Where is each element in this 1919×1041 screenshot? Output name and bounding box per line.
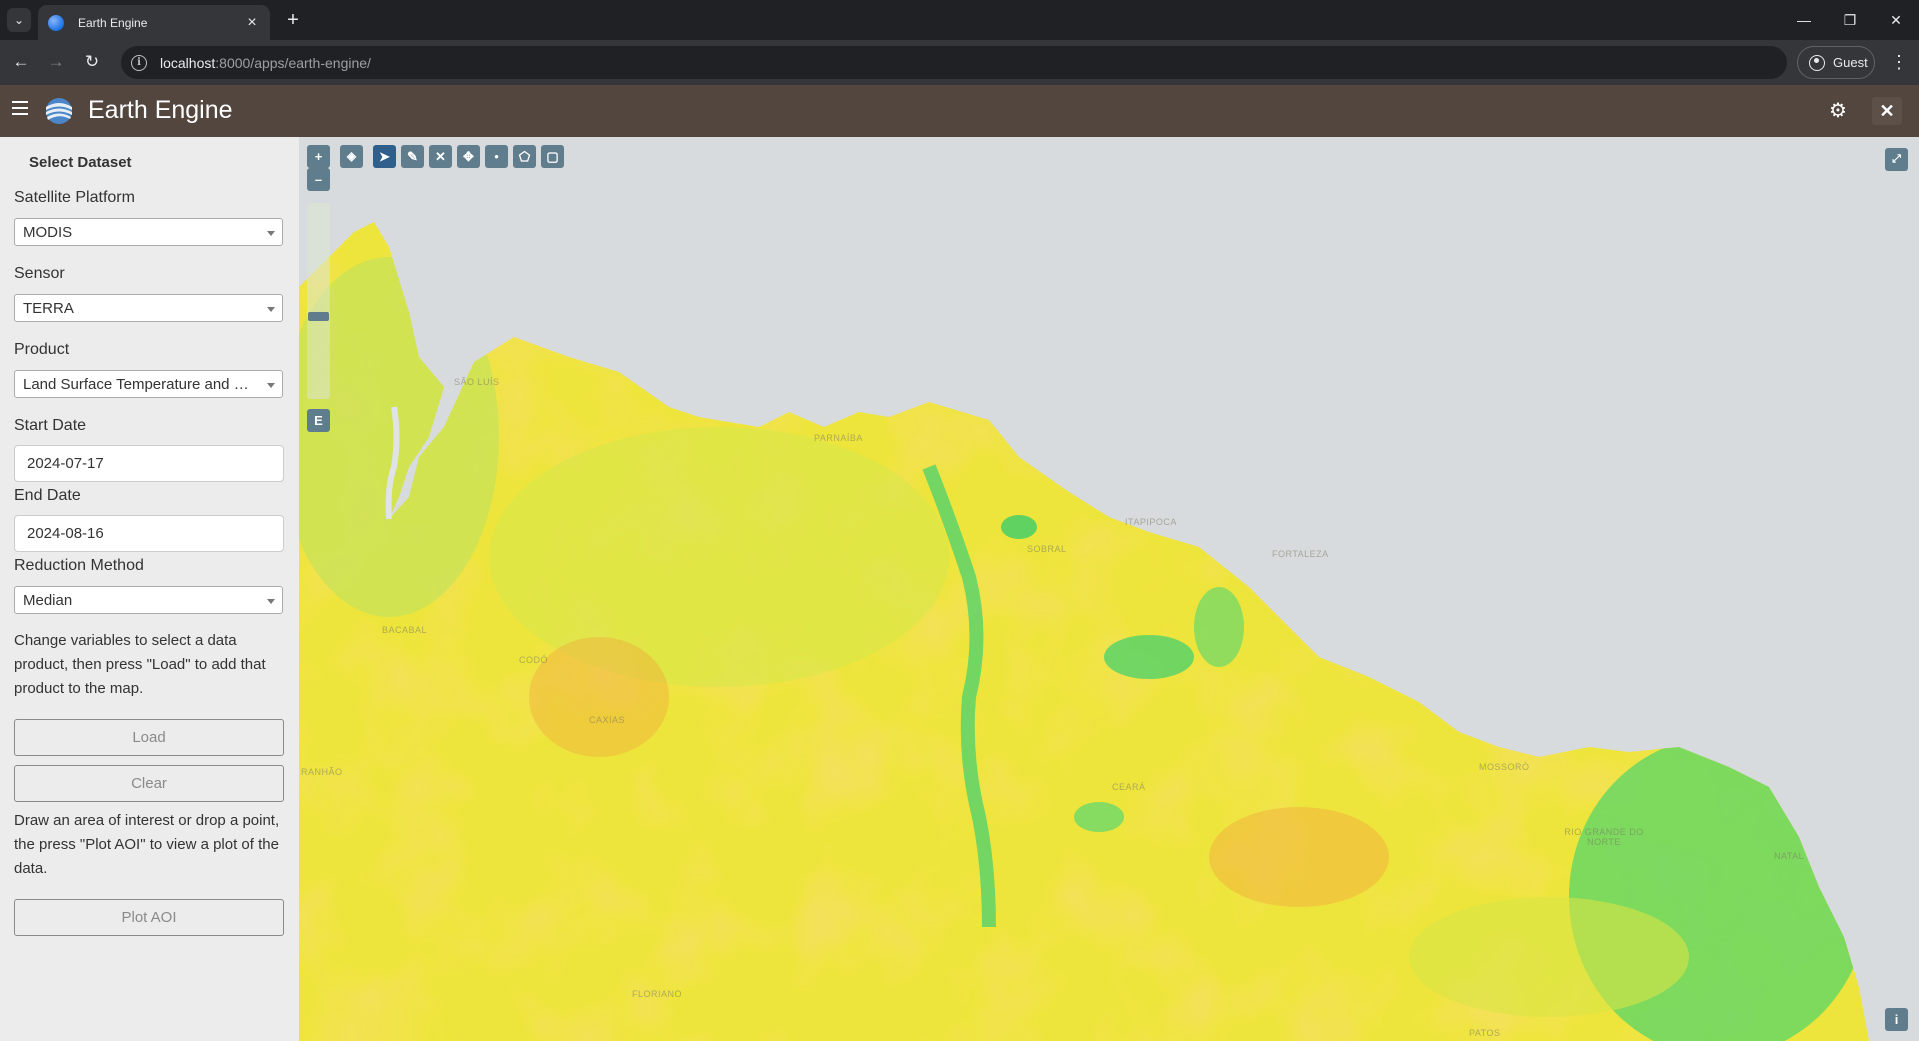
- address-bar[interactable]: i localhost:8000/apps/earth-engine/: [121, 46, 1787, 79]
- move-icon[interactable]: ✥: [457, 145, 480, 168]
- place-label: MOSSORÓ: [1479, 762, 1530, 772]
- place-label: PARNAÍBA: [814, 433, 863, 443]
- fullscreen-icon[interactable]: ⤢: [1885, 148, 1908, 171]
- draw-box-icon[interactable]: ▢: [541, 145, 564, 168]
- chevron-down-icon: [267, 383, 275, 388]
- start-date-label: Start Date: [14, 417, 87, 434]
- place-label: RIO GRANDE DO NORTE: [1564, 827, 1644, 847]
- land-surface-temperature-layer: [299, 137, 1919, 1041]
- settings-gear-icon[interactable]: ⚙: [1823, 97, 1853, 125]
- end-date-input[interactable]: 2024-08-16: [14, 515, 284, 552]
- profile-button[interactable]: Guest: [1797, 46, 1875, 79]
- place-label: SÃO LUÍS: [454, 377, 500, 387]
- place-label: ITAPIPOCA: [1125, 517, 1177, 527]
- globe-icon: [48, 14, 64, 31]
- sensor-value: TERRA: [23, 300, 74, 317]
- browser-toolbar: ← → ↻ i localhost:8000/apps/earth-engine…: [0, 40, 1919, 85]
- place-label: SOBRAL: [1027, 544, 1067, 554]
- earth-engine-logo-icon: [46, 98, 72, 124]
- place-label: PATOS: [1469, 1028, 1501, 1038]
- close-tab-icon[interactable]: ×: [244, 14, 260, 31]
- select-dataset-heading: Select Dataset: [29, 154, 132, 171]
- close-app-button[interactable]: ✕: [1872, 97, 1902, 125]
- profile-label: Guest: [1833, 55, 1868, 70]
- platform-select[interactable]: MODIS: [14, 218, 283, 246]
- reduction-method-label: Reduction Method: [14, 557, 144, 574]
- place-label: BACABAL: [382, 625, 428, 635]
- platform-label: Satellite Platform: [14, 189, 135, 206]
- draw-polygon-icon[interactable]: ⬠: [513, 145, 536, 168]
- chevron-down-icon: [267, 307, 275, 312]
- load-help-text: Change variables to select a data produc…: [14, 632, 266, 697]
- new-tab-button[interactable]: +: [281, 8, 305, 32]
- zoom-out-button[interactable]: –: [307, 168, 330, 191]
- reduction-method-value: Median: [23, 592, 73, 609]
- select-pointer-icon[interactable]: ➤: [373, 145, 396, 168]
- hamburger-menu-icon[interactable]: [12, 101, 28, 121]
- info-button[interactable]: i: [1885, 1008, 1908, 1031]
- product-select[interactable]: Land Surface Temperature and Emissivity: [14, 370, 283, 398]
- drop-point-icon[interactable]: ●: [485, 145, 508, 168]
- tab-title: Earth Engine: [78, 15, 148, 30]
- end-date-label: End Date: [14, 487, 81, 504]
- tab-search-button[interactable]: ⌄: [7, 8, 31, 32]
- restore-button[interactable]: ❐: [1830, 6, 1870, 34]
- product-label: Product: [14, 341, 70, 358]
- chevron-down-icon: [267, 231, 275, 236]
- sensor-select[interactable]: TERRA: [14, 294, 283, 322]
- forward-button[interactable]: →: [43, 49, 69, 75]
- place-label: NATAL: [1774, 851, 1805, 861]
- plot-aoi-button[interactable]: Plot AOI: [14, 899, 284, 936]
- zoom-extent-button[interactable]: E: [307, 409, 330, 432]
- place-label: FORTALEZA: [1272, 549, 1329, 559]
- reduction-method-select[interactable]: Median: [14, 586, 283, 614]
- place-label: CAXIAS: [589, 715, 626, 725]
- clear-button[interactable]: Clear: [14, 765, 284, 802]
- browser-tab[interactable]: Earth Engine ×: [38, 5, 270, 40]
- site-info-icon[interactable]: i: [131, 54, 147, 71]
- url-host: localhost: [160, 54, 216, 71]
- person-icon: [1809, 54, 1825, 71]
- app-header: Earth Engine ⚙ ✕: [0, 85, 1919, 137]
- app-title: Earth Engine: [88, 96, 233, 124]
- dataset-sidebar: Select Dataset Satellite Platform MODIS …: [0, 137, 299, 1041]
- browser-tabstrip: ⌄ Earth Engine × + — ❐ ✕: [0, 0, 1919, 40]
- place-label: CODÓ: [519, 655, 548, 665]
- layers-icon[interactable]: ◈: [340, 145, 363, 168]
- zoom-slider-handle[interactable]: [308, 312, 329, 321]
- reload-button[interactable]: ↻: [79, 49, 105, 75]
- sensor-label: Sensor: [14, 265, 65, 282]
- platform-value: MODIS: [23, 224, 73, 241]
- plot-help-text: Draw an area of interest or drop a point…: [14, 812, 280, 877]
- draw-pencil-icon[interactable]: ✎: [401, 145, 424, 168]
- product-value: Land Surface Temperature and Emissivity: [23, 376, 283, 393]
- delete-icon[interactable]: ✕: [429, 145, 452, 168]
- zoom-slider[interactable]: [307, 203, 330, 399]
- place-label: FLORIANO: [632, 989, 683, 999]
- url-path: :8000/apps/earth-engine/: [215, 54, 371, 71]
- chevron-down-icon: [267, 599, 275, 604]
- zoom-in-button[interactable]: +: [307, 145, 330, 168]
- map-view[interactable]: + – E ◈ ➤ ✎ ✕ ✥ ● ⬠ ▢ ⤢ i SÃO LUÍS PARNA…: [299, 137, 1919, 1041]
- window-close-button[interactable]: ✕: [1876, 6, 1916, 34]
- place-label: RANHÃO: [301, 767, 343, 777]
- place-label: CEARÁ: [1112, 782, 1146, 792]
- load-button[interactable]: Load: [14, 719, 284, 756]
- browser-menu-button[interactable]: ⋮: [1886, 49, 1912, 75]
- back-button[interactable]: ←: [8, 49, 34, 75]
- minimize-button[interactable]: —: [1784, 6, 1824, 34]
- start-date-input[interactable]: 2024-07-17: [14, 445, 284, 482]
